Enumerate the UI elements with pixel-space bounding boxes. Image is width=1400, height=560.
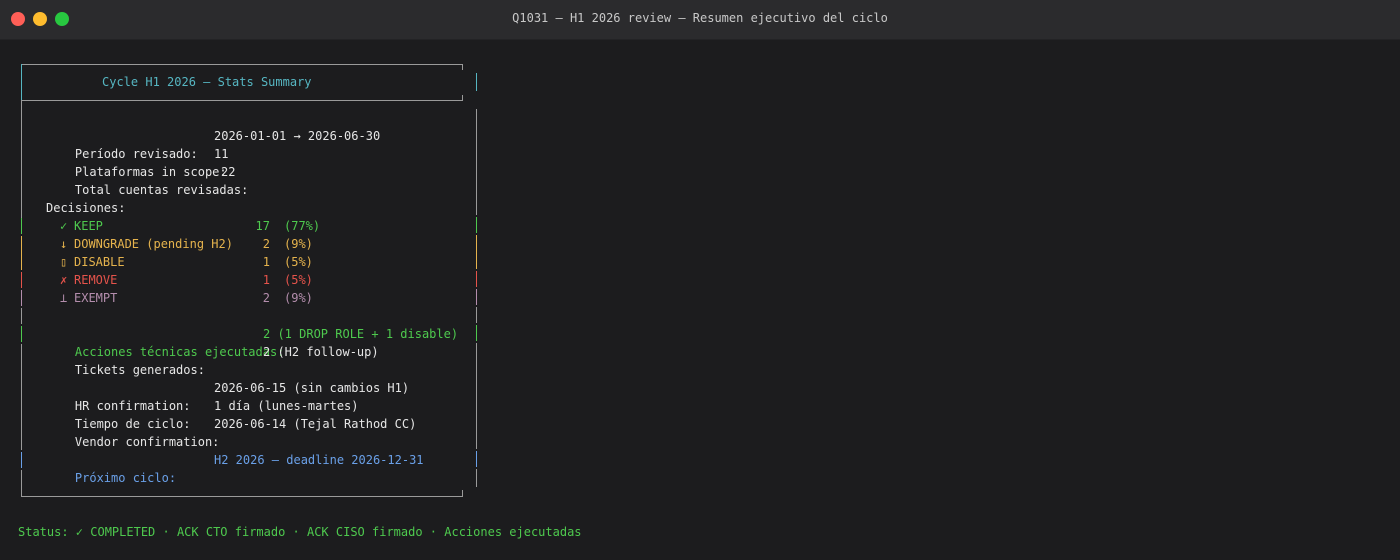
total-value: 22 xyxy=(221,165,236,179)
acciones-value: 2 (1 DROP ROLE + 1 disable) xyxy=(263,327,459,341)
box-right-border xyxy=(476,307,477,323)
tiempo-value: 1 día (lunes-martes) xyxy=(214,399,359,413)
unknown-glyph-icon: ▯ xyxy=(60,255,68,269)
decision-row-exempt: ⊥ EXEMPT 2 (9%) xyxy=(0,289,470,307)
tickets-label: Tickets generados: xyxy=(74,363,205,377)
decision-percentage: (9%) xyxy=(284,291,313,305)
decision-row-keep: ✓ KEEP 17 (77%) xyxy=(0,217,470,235)
box-right-border-purple xyxy=(476,289,477,305)
status-line: Status: ✓ COMPLETED · ACK CTO firmado · … xyxy=(18,525,582,539)
box-right-border xyxy=(476,109,477,215)
box-right-border-amber xyxy=(476,235,477,269)
box-bottom-border xyxy=(21,496,463,497)
tiempo-row: Tiempo de ciclo: 1 día (lunes-martes) xyxy=(46,397,359,431)
acciones-row: Acciones técnicas ejecutadas: 2 (1 DROP … xyxy=(46,325,458,359)
window-title: Q1031 — H1 2026 review — Resumen ejecuti… xyxy=(512,11,888,25)
periodo-value: 2026-01-01 → 2026-06-30 xyxy=(214,129,381,143)
decision-row-downgrade: ↓ DOWNGRADE (pending H2) 2 (9%) xyxy=(0,235,470,253)
window-titlebar: Q1031 — H1 2026 review — Resumen ejecuti… xyxy=(0,0,1400,40)
box-left-border xyxy=(21,100,22,218)
box-top-right-corner xyxy=(462,64,463,70)
periodo-row: Período revisado: 2026-01-01 → 2026-06-3… xyxy=(46,127,380,161)
box-right-border-title xyxy=(476,73,477,91)
box-bottom-right-corner xyxy=(462,490,463,496)
box-top-border xyxy=(21,64,463,65)
hr-row: HR confirmation: 2026-06-15 (sin cambios… xyxy=(46,379,409,413)
cross-icon: ✗ xyxy=(60,273,68,287)
hr-value: 2026-06-15 (sin cambios H1) xyxy=(214,381,410,395)
box-right-border-green xyxy=(476,325,477,341)
box-title-divider xyxy=(21,100,463,101)
decision-row-disable: ▯ DISABLE 1 (5%) xyxy=(0,253,470,271)
decision-row-remove: ✗ REMOVE 1 (5%) xyxy=(0,271,470,289)
plataformas-row: Plataformas in scope: 11 xyxy=(46,145,229,179)
box-divider-tick xyxy=(462,95,463,101)
decision-count: 17 xyxy=(255,219,270,233)
box-left-border-title xyxy=(21,64,22,100)
proximo-ciclo-value: H2 2026 — deadline 2026-12-31 xyxy=(214,453,424,467)
box-title: Cycle H1 2026 — Stats Summary xyxy=(102,75,312,89)
vendor-label: Vendor confirmation: xyxy=(74,435,220,449)
decision-label: DOWNGRADE (pending H2) xyxy=(74,237,233,251)
plataformas-value: 11 xyxy=(214,147,229,161)
perpendicular-icon: ⊥ xyxy=(60,291,68,305)
vendor-row: Vendor confirmation: 2026-06-14 (Tejal R… xyxy=(46,415,416,449)
box-left-border-blue xyxy=(21,452,22,468)
total-row: Total cuentas revisadas: 22 xyxy=(46,163,248,197)
box-right-border-red xyxy=(476,271,477,287)
arrow-down-icon: ↓ xyxy=(60,237,68,251)
decision-label: KEEP xyxy=(74,219,103,233)
check-icon: ✓ xyxy=(60,219,68,233)
decision-label: REMOVE xyxy=(74,273,118,287)
total-label: Total cuentas revisadas: xyxy=(74,183,249,197)
tickets-row: Tickets generados: 2 (H2 follow-up) xyxy=(46,343,379,377)
terminal-output: Cycle H1 2026 — Stats Summary Período re… xyxy=(0,40,1400,560)
decision-percentage: (5%) xyxy=(284,255,313,269)
decision-count: 1 xyxy=(262,255,270,269)
decisiones-heading: Decisiones: xyxy=(46,201,126,215)
box-right-border xyxy=(476,469,477,487)
box-left-border xyxy=(21,470,22,496)
decision-percentage: (9%) xyxy=(284,237,313,251)
decision-count: 2 xyxy=(262,237,270,251)
vendor-value: 2026-06-14 (Tejal Rathod CC) xyxy=(214,417,417,431)
box-right-border-keep xyxy=(476,217,477,233)
proximo-ciclo-row: Próximo ciclo: H2 2026 — deadline 2026-1… xyxy=(46,451,424,485)
box-right-border xyxy=(476,343,477,449)
proximo-ciclo-label: Próximo ciclo: xyxy=(74,471,177,485)
decision-percentage: (5%) xyxy=(284,273,313,287)
decision-percentage: (77%) xyxy=(284,219,321,233)
decision-count: 2 xyxy=(262,291,270,305)
decision-label: DISABLE xyxy=(74,255,125,269)
tickets-value: 2 (H2 follow-up) xyxy=(263,345,379,359)
decision-label: EXEMPT xyxy=(74,291,118,305)
box-right-border-blue xyxy=(476,451,477,467)
decision-count: 1 xyxy=(262,273,270,287)
